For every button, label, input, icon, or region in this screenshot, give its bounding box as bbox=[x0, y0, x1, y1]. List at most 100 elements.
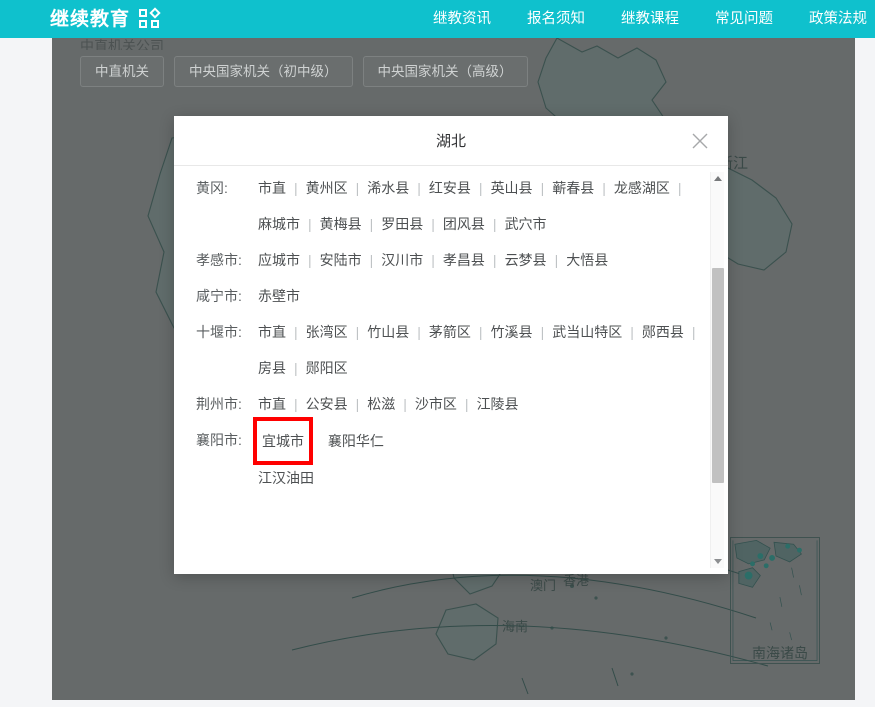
region-row: 襄阳市:宜城市 襄阳华仁 bbox=[196, 422, 710, 460]
filter-button-row: 中直机关 中央国家机关（初中级） 中央国家机关（高级） bbox=[80, 56, 528, 87]
scrollbar-thumb[interactable] bbox=[712, 268, 724, 483]
region-item[interactable]: 武当山特区 bbox=[552, 314, 622, 350]
region-item[interactable]: 麻城市 bbox=[258, 206, 300, 242]
region-item[interactable]: 房县 bbox=[258, 350, 286, 386]
region-row-label: 黄冈: bbox=[196, 170, 258, 206]
separator: | bbox=[362, 242, 382, 278]
filter-button-zhongzhi[interactable]: 中直机关 bbox=[80, 56, 164, 87]
region-item[interactable]: 蕲春县 bbox=[552, 170, 594, 206]
squares-diamond-icon bbox=[139, 9, 163, 29]
region-row: 咸宁市:赤壁市 bbox=[196, 278, 710, 314]
region-item[interactable]: 赤壁市 bbox=[258, 278, 300, 314]
separator: | bbox=[300, 206, 320, 242]
nav-item-faq[interactable]: 常见问题 bbox=[697, 0, 791, 38]
separator: | bbox=[348, 386, 368, 422]
separator: | bbox=[670, 170, 690, 206]
region-row-label: 十堰市: bbox=[196, 314, 258, 350]
separator: | bbox=[286, 314, 306, 350]
nav-item-registration-notice[interactable]: 报名须知 bbox=[509, 0, 603, 38]
separator: | bbox=[547, 242, 567, 278]
region-item[interactable]: 应城市 bbox=[258, 242, 300, 278]
region-item[interactable]: 市直 bbox=[258, 386, 286, 422]
region-item[interactable]: 市直 bbox=[258, 170, 286, 206]
separator: | bbox=[395, 386, 415, 422]
region-dialog: 湖北 荆门:市直|东宝区|掇刀区|沙洋县黄冈:市直|黄州区|浠水县|红安县|英山… bbox=[174, 116, 728, 574]
region-row: 孝感市:应城市|安陆市|汉川市|孝昌县|云梦县|大悟县 bbox=[196, 242, 710, 278]
separator: | bbox=[423, 242, 443, 278]
region-item[interactable]: 郧阳区 bbox=[306, 350, 348, 386]
separator: | bbox=[485, 206, 505, 242]
region-item-list: 宜城市 襄阳华仁 bbox=[258, 422, 710, 460]
region-item-list: 市直|张湾区|竹山县|茅箭区|竹溪县|武当山特区|郧西县|房县|郧阳区 bbox=[258, 314, 710, 386]
separator: | bbox=[348, 314, 368, 350]
region-item[interactable]: 郧西县 bbox=[642, 314, 684, 350]
region-item[interactable]: 龙感湖区 bbox=[614, 170, 670, 206]
region-item[interactable]: 汉川市 bbox=[381, 242, 423, 278]
region-item[interactable]: 安陆市 bbox=[320, 242, 362, 278]
region-item[interactable]: 茅箭区 bbox=[429, 314, 471, 350]
vertical-scrollbar[interactable] bbox=[710, 172, 724, 568]
region-item[interactable]: 竹溪县 bbox=[491, 314, 533, 350]
region-item[interactable]: 江汉油田 bbox=[258, 460, 314, 496]
separator: | bbox=[471, 170, 491, 206]
triangle-up-icon[interactable] bbox=[714, 176, 722, 181]
region-item[interactable]: 松滋 bbox=[367, 386, 395, 422]
region-row: 荆州市:市直|公安县|松滋|沙市区|江陵县 bbox=[196, 386, 710, 422]
region-item[interactable]: 市直 bbox=[258, 314, 286, 350]
dialog-header: 湖北 bbox=[174, 116, 728, 166]
map-label-hainan: 海南 bbox=[502, 616, 528, 635]
region-row: 江汉油田 bbox=[196, 460, 710, 496]
region-item[interactable]: 浠水县 bbox=[367, 170, 409, 206]
separator: | bbox=[622, 314, 642, 350]
dialog-body: 荆门:市直|东宝区|掇刀区|沙洋县黄冈:市直|黄州区|浠水县|红安县|英山县|蕲… bbox=[174, 166, 728, 574]
region-item[interactable]: 英山县 bbox=[491, 170, 533, 206]
region-row: 十堰市:市直|张湾区|竹山县|茅箭区|竹溪县|武当山特区|郧西县|房县|郧阳区 bbox=[196, 314, 710, 386]
separator: | bbox=[485, 242, 505, 278]
separator: | bbox=[286, 350, 306, 386]
separator: | bbox=[286, 386, 306, 422]
region-row: 黄冈:市直|黄州区|浠水县|红安县|英山县|蕲春县|龙感湖区|麻城市|黄梅县|罗… bbox=[196, 170, 710, 242]
separator: | bbox=[533, 314, 553, 350]
separator: | bbox=[286, 170, 306, 206]
region-item[interactable]: 云梦县 bbox=[505, 242, 547, 278]
filter-button-central-senior[interactable]: 中央国家机关（高级） bbox=[363, 56, 528, 87]
region-item-list: 赤壁市 bbox=[258, 278, 710, 314]
region-list-scroll[interactable]: 荆门:市直|东宝区|掇刀区|沙洋县黄冈:市直|黄州区|浠水县|红安县|英山县|蕲… bbox=[174, 166, 710, 574]
region-item[interactable]: 黄梅县 bbox=[320, 206, 362, 242]
region-item[interactable]: 武穴市 bbox=[505, 206, 547, 242]
region-row-label: 咸宁市: bbox=[196, 278, 258, 314]
nav-item-policies[interactable]: 政策法规 bbox=[791, 0, 875, 38]
separator: | bbox=[471, 314, 491, 350]
separator: | bbox=[533, 170, 553, 206]
region-item-selected[interactable]: 宜城市 bbox=[258, 422, 308, 460]
filter-section-title: 中直机关公司 bbox=[80, 38, 528, 50]
region-item[interactable]: 公安县 bbox=[306, 386, 348, 422]
separator: | bbox=[409, 314, 429, 350]
region-item-list: 应城市|安陆市|汉川市|孝昌县|云梦县|大悟县 bbox=[258, 242, 710, 278]
region-item[interactable]: 张湾区 bbox=[306, 314, 348, 350]
spacer bbox=[308, 423, 328, 459]
region-item[interactable]: 孝昌县 bbox=[443, 242, 485, 278]
region-row-label: 荆州市: bbox=[196, 386, 258, 422]
separator: | bbox=[362, 206, 382, 242]
main-nav: 继教资讯 报名须知 继教课程 常见问题 政策法规 bbox=[415, 0, 875, 38]
region-item[interactable]: 红安县 bbox=[429, 170, 471, 206]
brand-logo[interactable]: 继续教育 bbox=[50, 9, 163, 29]
region-item[interactable]: 团风县 bbox=[443, 206, 485, 242]
region-list: 荆门:市直|东宝区|掇刀区|沙洋县黄冈:市直|黄州区|浠水县|红安县|英山县|蕲… bbox=[174, 166, 710, 514]
nav-item-courses[interactable]: 继教课程 bbox=[603, 0, 697, 38]
region-item[interactable]: 沙市区 bbox=[415, 386, 457, 422]
close-icon[interactable] bbox=[688, 129, 712, 153]
region-item[interactable]: 大悟县 bbox=[566, 242, 608, 278]
filter-button-central-junior[interactable]: 中央国家机关（初中级） bbox=[174, 56, 353, 87]
region-item[interactable]: 江陵县 bbox=[477, 386, 519, 422]
region-item[interactable]: 罗田县 bbox=[381, 206, 423, 242]
triangle-down-icon[interactable] bbox=[714, 559, 722, 564]
separator: | bbox=[300, 242, 320, 278]
inset-label-nanhai: 南海诸岛 bbox=[752, 643, 808, 663]
nav-item-news[interactable]: 继教资讯 bbox=[415, 0, 509, 38]
region-item[interactable]: 襄阳华仁 bbox=[328, 423, 384, 459]
region-item-list: 市直|公安县|松滋|沙市区|江陵县 bbox=[258, 386, 710, 422]
region-item[interactable]: 黄州区 bbox=[306, 170, 348, 206]
region-item[interactable]: 竹山县 bbox=[367, 314, 409, 350]
